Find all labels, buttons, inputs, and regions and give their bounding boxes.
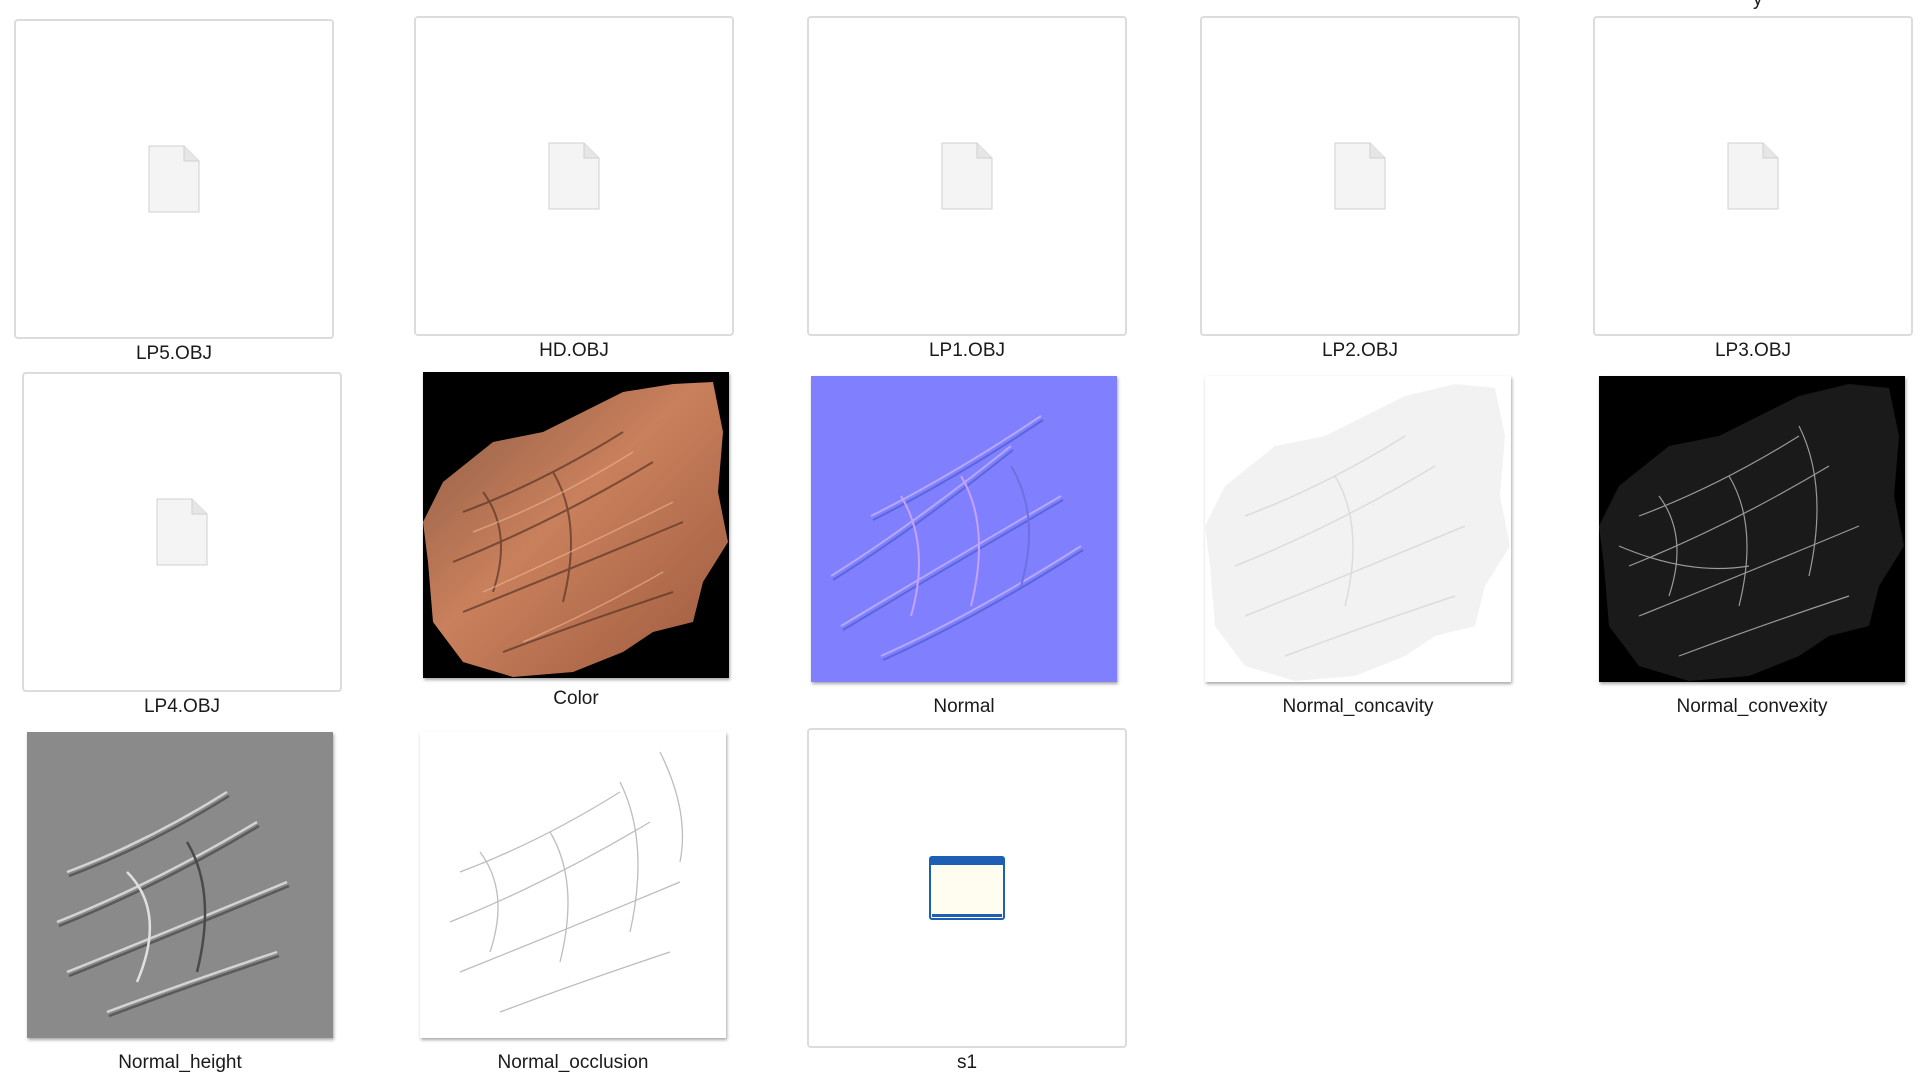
file-item-lp1-obj[interactable]: LP1.OBJ [807,16,1127,361]
generic-file-icon [548,142,600,210]
file-name: LP5.OBJ [135,343,213,364]
generic-file-icon [156,498,208,566]
file-name: Normal_height [118,1052,242,1073]
generic-file-icon [148,145,200,213]
file-item-normal-height[interactable]: Normal_height [27,732,333,1076]
file-item-lp4-obj[interactable]: LP4.OBJ [22,372,342,717]
file-item-color[interactable]: Color [423,372,729,716]
file-item-lp2-obj[interactable]: LP2.OBJ [1200,16,1520,361]
file-name: Normal [933,696,995,717]
file-name: Normal_concavity [1282,696,1434,717]
image-thumbnail-color [423,372,729,678]
file-thumbnail [414,16,734,336]
file-thumbnail [1200,16,1520,336]
file-thumbnail [807,16,1127,336]
generic-file-icon [1334,142,1386,210]
image-thumbnail-normal-concavity [1205,376,1511,682]
file-name: Color [553,688,599,709]
image-thumbnail-normal [811,376,1117,682]
generic-file-icon [1727,142,1779,210]
generic-file-icon [941,142,993,210]
file-item-normal-occlusion[interactable]: Normal_occlusion [420,732,726,1076]
image-thumbnail-normal-height [27,732,333,1038]
file-name: LP4.OBJ [143,696,221,717]
file-thumbnail [807,728,1127,1048]
file-name: LP3.OBJ [1714,340,1792,361]
image-thumbnail-normal-convexity [1599,376,1905,682]
file-name: Normal_occlusion [497,1052,649,1073]
file-item-normal-convexity[interactable]: Normal_convexity [1599,376,1905,720]
application-window-icon [929,856,1005,920]
file-thumbnail [1593,16,1913,336]
file-name: Normal_convexity [1676,696,1828,717]
file-name: s1 [956,1052,978,1073]
file-item-normal[interactable]: Normal [811,376,1117,720]
file-item-hd-obj[interactable]: HD.OBJ [414,16,734,361]
file-thumbnail [22,372,342,692]
file-item-lp3-obj[interactable]: LP3.OBJ [1593,16,1913,361]
file-name: LP2.OBJ [1321,340,1399,361]
file-item-lp5-obj[interactable]: LP5.OBJ [14,19,334,364]
file-item-s1[interactable]: s1 [807,728,1127,1073]
top-cut-label: y [1753,0,1763,11]
file-name: HD.OBJ [539,340,609,361]
file-name: LP1.OBJ [928,340,1006,361]
file-thumbnail [14,19,334,339]
image-thumbnail-normal-occlusion [420,732,726,1038]
file-item-normal-concavity[interactable]: Normal_concavity [1205,376,1511,720]
